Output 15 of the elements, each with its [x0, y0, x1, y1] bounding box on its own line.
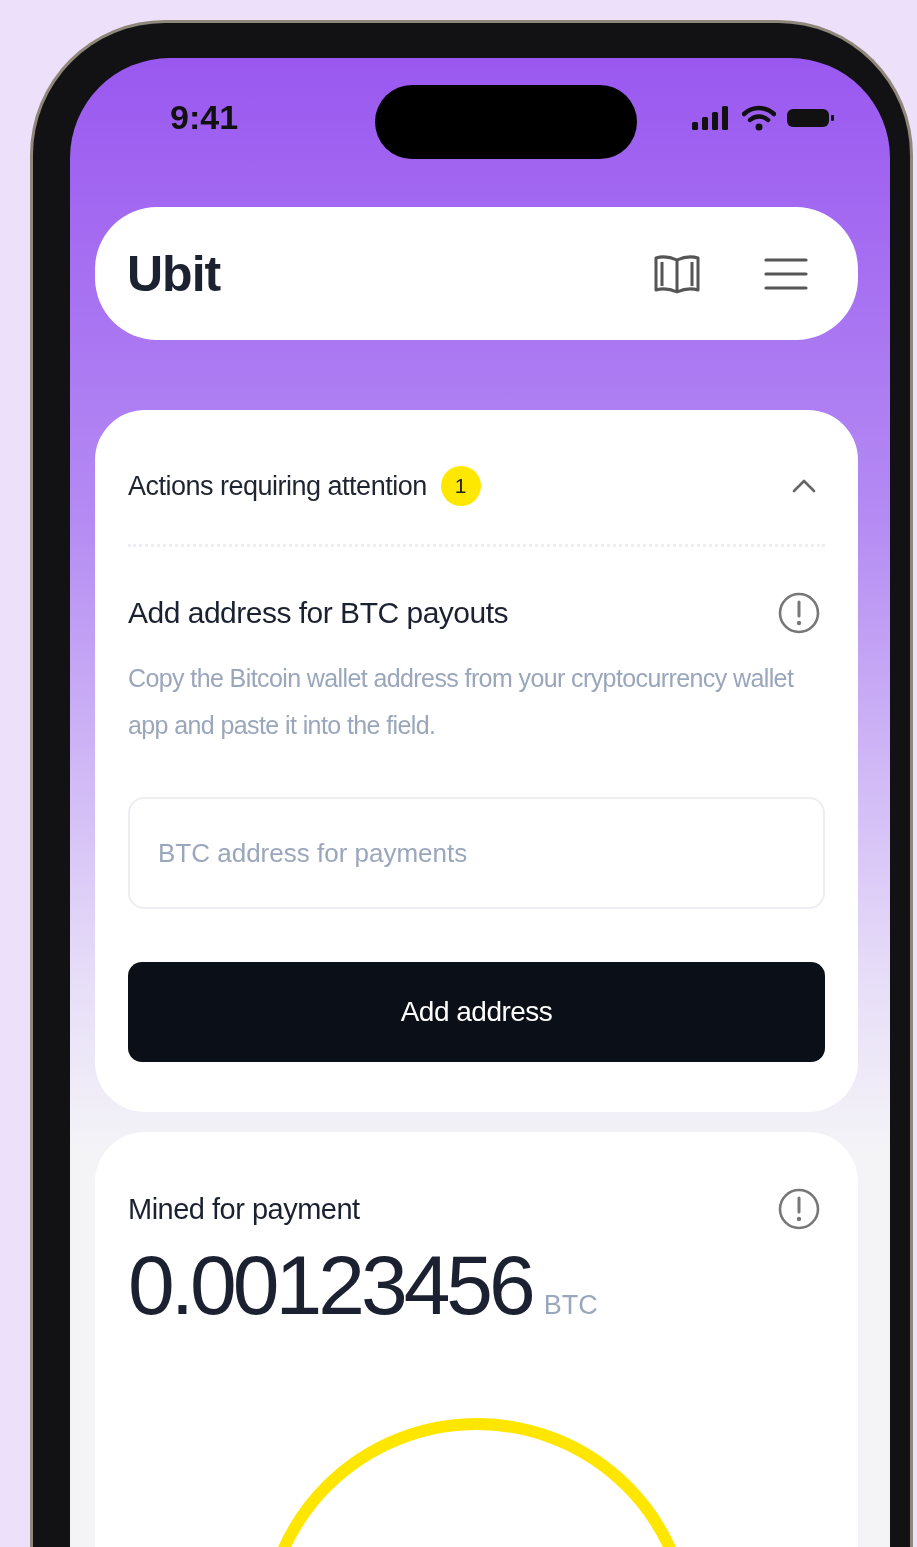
task-title: Add address for BTC payouts	[128, 596, 509, 630]
add-address-button[interactable]: Add address	[128, 962, 825, 1062]
task-description: Copy the Bitcoin wallet address from your cryptocurrency wallet app and paste it into the field.	[128, 663, 795, 741]
mined-label: Mined for payment	[128, 1192, 360, 1226]
app-logo[interactable]: Ubit	[127, 244, 221, 303]
currency-unit: BTC	[543, 1290, 598, 1321]
info-icon[interactable]	[777, 1187, 821, 1231]
section-title: Actions requiring attention	[128, 470, 427, 502]
count-badge: 1	[440, 466, 481, 506]
status-time: 9:41	[170, 98, 239, 137]
chevron-icon[interactable]	[791, 478, 817, 494]
info-icon[interactable]	[777, 591, 821, 635]
wifi-icon	[742, 104, 776, 131]
mined-amount: 0.00123456	[128, 1237, 532, 1334]
address-input[interactable]: BTC address for payments	[128, 797, 825, 909]
